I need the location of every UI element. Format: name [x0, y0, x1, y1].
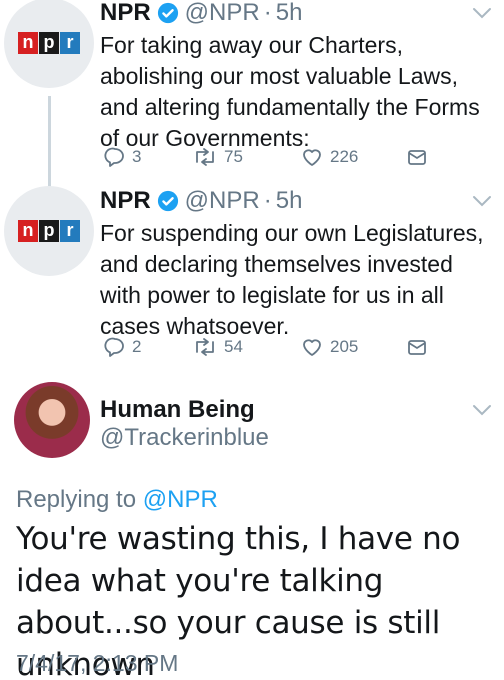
envelope-icon: [408, 340, 426, 355]
author-name[interactable]: Human Being: [100, 396, 255, 424]
reply-count: 3: [132, 147, 142, 166]
verified-icon: [157, 190, 178, 212]
envelope-icon: [408, 150, 426, 165]
retweet-icon: [196, 338, 214, 356]
retweet-count: 75: [224, 147, 243, 166]
chevron-down-icon[interactable]: [472, 403, 492, 417]
avatar[interactable]: n p r: [4, 186, 94, 276]
author-handle[interactable]: @Trackerinblue: [100, 424, 269, 452]
reply-icon: [104, 147, 124, 167]
tweet-text: For suspending our own Legislatures, and…: [100, 220, 484, 339]
replying-to-label: Replying to: [16, 486, 137, 513]
retweet-count: 54: [224, 337, 243, 356]
heart-icon: [303, 149, 321, 166]
reply-count: 2: [132, 337, 142, 356]
tweet-time[interactable]: 5h: [276, 187, 303, 215]
tweet-actions: 3 75 226: [100, 146, 430, 176]
avatar[interactable]: n p r: [4, 0, 94, 88]
author-name[interactable]: NPR: [100, 0, 151, 27]
separator-dot: ·: [263, 187, 272, 214]
avatar[interactable]: [14, 382, 90, 458]
reply-icon: [104, 337, 124, 357]
dm-button[interactable]: [406, 336, 428, 358]
like-count: 205: [330, 337, 359, 356]
retweet-icon: [196, 148, 214, 166]
tweet-actions: 2 54 205: [100, 336, 430, 366]
npr-logo: n p r: [18, 32, 80, 54]
heart-icon: [303, 339, 321, 356]
separator-dot: ·: [263, 0, 272, 26]
tweet-header: NPR @NPR · 5h: [100, 186, 302, 216]
like-button[interactable]: 226: [300, 146, 358, 168]
tweet-text: For taking away our Charters, abolishing…: [100, 32, 480, 151]
replying-to-link[interactable]: @NPR: [143, 486, 218, 513]
verified-icon: [157, 2, 178, 24]
author-handle[interactable]: @NPR: [185, 187, 260, 215]
tweet[interactable]: n p r NPR @NPR · 5h For suspending our o…: [0, 186, 504, 372]
retweet-button[interactable]: 75: [192, 146, 243, 168]
tweet-header: NPR @NPR · 5h: [100, 0, 302, 28]
retweet-button[interactable]: 54: [192, 336, 243, 358]
dm-button[interactable]: [406, 146, 428, 168]
chevron-down-icon[interactable]: [472, 6, 492, 20]
author-name[interactable]: NPR: [100, 187, 151, 215]
tweet[interactable]: n p r NPR @NPR · 5h For taking away our …: [0, 0, 504, 186]
author-handle[interactable]: @NPR: [185, 0, 260, 27]
like-count: 226: [330, 147, 359, 166]
like-button[interactable]: 205: [300, 336, 358, 358]
reply-button[interactable]: 2: [104, 336, 141, 358]
reply-button[interactable]: 3: [104, 146, 141, 168]
tweet-time[interactable]: 5h: [276, 0, 303, 27]
tweet-timestamp: 7/4/17, 2:13 PM: [16, 650, 179, 676]
chevron-down-icon[interactable]: [472, 194, 492, 208]
replying-to: Replying to @NPR: [16, 486, 218, 514]
npr-logo: n p r: [18, 220, 80, 242]
